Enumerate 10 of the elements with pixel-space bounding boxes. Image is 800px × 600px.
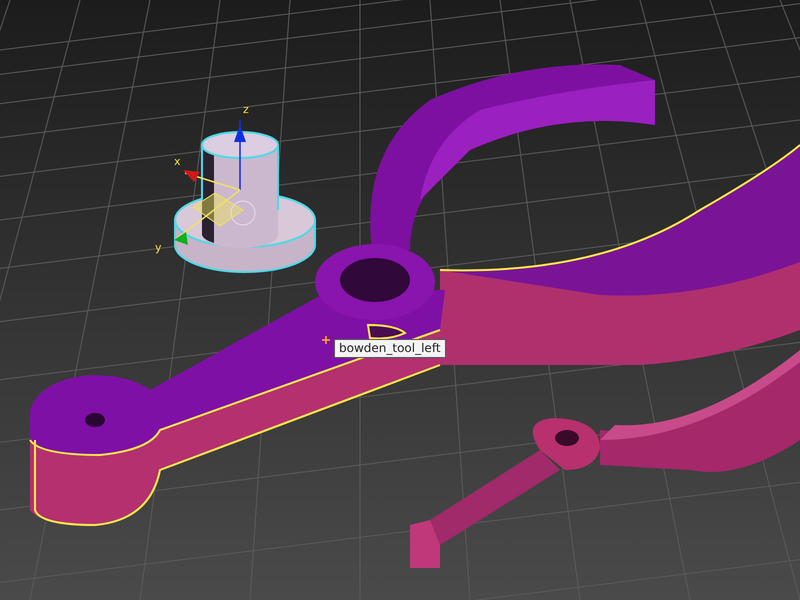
pivot-cross-icon [321, 335, 331, 345]
axis-arrow[interactable] [234, 120, 246, 190]
axis-arrow[interactable] [174, 189, 240, 245]
object-name-tooltip: bowden_tool_left [334, 339, 446, 358]
axis-label: z [243, 103, 249, 116]
axis-label: y [155, 241, 162, 254]
move-plane-handle[interactable] [192, 192, 244, 227]
model-cutout-drawing [367, 324, 406, 340]
axis-label: x [174, 155, 181, 168]
axis-arrow[interactable] [183, 170, 240, 191]
